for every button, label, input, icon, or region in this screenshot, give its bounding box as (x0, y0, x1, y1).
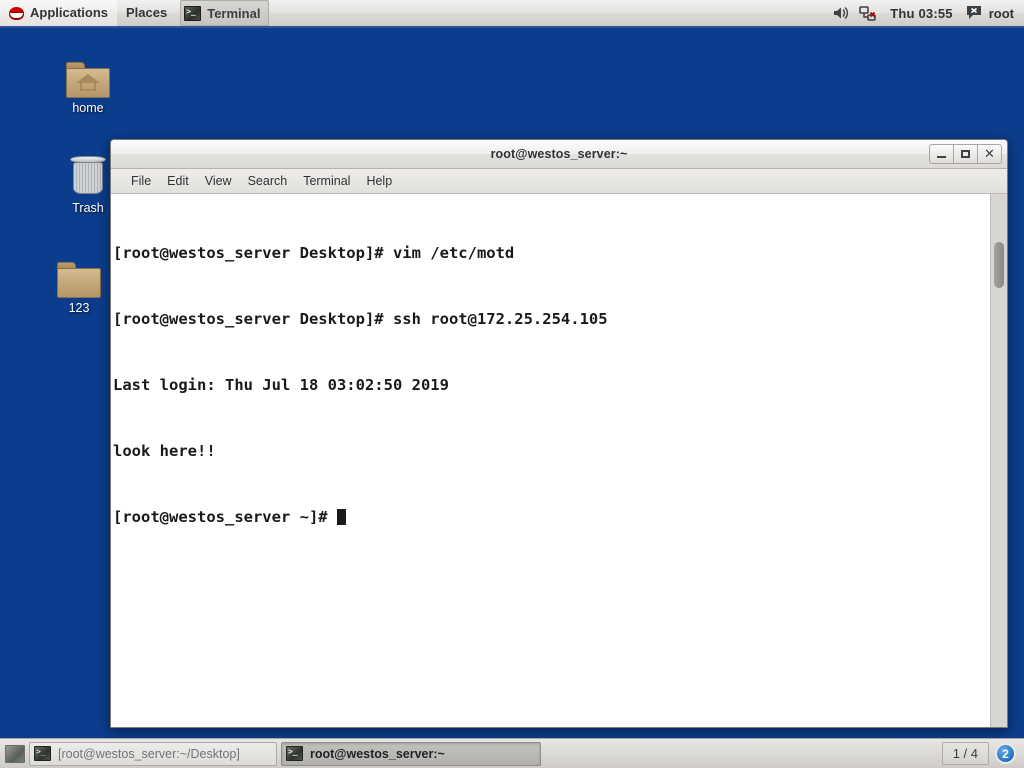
terminal-prompt-line: [root@westos_server ~]# (113, 506, 990, 528)
window-controls: ✕ (929, 143, 1002, 165)
terminal-icon (286, 746, 303, 761)
show-desktop-icon[interactable] (5, 744, 25, 763)
menu-edit[interactable]: Edit (159, 172, 197, 190)
taskbar-item-root-shell[interactable]: root@westos_server:~ (281, 741, 541, 766)
places-menu-label: Places (126, 5, 168, 20)
close-icon[interactable]: ✕ (977, 144, 1002, 164)
terminal-line: Last login: Thu Jul 18 03:02:50 2019 (113, 376, 449, 394)
menu-file[interactable]: File (123, 172, 159, 190)
speaker-icon[interactable] (830, 3, 850, 23)
user-status-icon[interactable] (965, 3, 985, 23)
bottom-panel-right: 1 / 4 2 (941, 740, 1024, 768)
terminal-line: look here!! (113, 442, 216, 460)
folder-icon (40, 248, 118, 298)
terminal-title-bar[interactable]: root@westos_server:~ ✕ (111, 140, 1007, 169)
user-menu-label[interactable]: root (989, 6, 1018, 21)
desktop-icon-trash-label: Trash (72, 201, 104, 215)
terminal-output[interactable]: [root@westos_server Desktop]# vim /etc/m… (111, 194, 990, 727)
scrollbar-thumb[interactable] (994, 242, 1004, 288)
maximize-icon[interactable] (953, 144, 978, 164)
workspace-switcher[interactable]: 1 / 4 (941, 742, 989, 765)
panel-window-terminal-label: Terminal (207, 5, 261, 21)
top-panel-right: Thu 03:55 root (826, 0, 1024, 26)
redhat-logo-icon (9, 5, 25, 21)
terminal-line: [root@westos_server Desktop]# vim /etc/m… (113, 244, 515, 262)
terminal-icon (184, 5, 202, 21)
terminal-prompt-text: [root@westos_server ~]# (113, 508, 337, 526)
menu-search[interactable]: Search (240, 172, 296, 190)
menu-help[interactable]: Help (358, 172, 400, 190)
panel-window-terminal[interactable]: Terminal (180, 0, 270, 26)
places-menu[interactable]: Places (117, 0, 176, 26)
desktop-icon-123-label: 123 (68, 301, 90, 315)
terminal-menu-bar: File Edit View Search Terminal Help (111, 169, 1007, 194)
top-panel: Applications Places Terminal (0, 0, 1024, 28)
bottom-panel: [root@westos_server:~/Desktop] root@west… (0, 738, 1024, 768)
terminal-cursor (336, 509, 346, 525)
clock[interactable]: Thu 03:55 (882, 6, 960, 21)
menu-terminal[interactable]: Terminal (295, 172, 358, 190)
folder-home-icon (49, 48, 127, 98)
terminal-icon (34, 746, 51, 761)
applications-menu[interactable]: Applications (0, 0, 118, 26)
terminal-window[interactable]: root@westos_server:~ ✕ File Edit View Se… (110, 139, 1008, 728)
desktop-icon-home[interactable]: home (49, 48, 127, 115)
taskbar-item-root-shell-label: root@westos_server:~ (310, 746, 445, 761)
terminal-window-title: root@westos_server:~ (490, 147, 628, 161)
desktop-icon-123[interactable]: 123 (40, 248, 118, 315)
notification-badge[interactable]: 2 (995, 743, 1016, 764)
terminal-body[interactable]: [root@westos_server Desktop]# vim /etc/m… (111, 194, 1007, 727)
desktop-icon-home-label: home (72, 101, 104, 115)
taskbar-item-desktop-shell[interactable]: [root@westos_server:~/Desktop] (29, 741, 277, 766)
minimize-icon[interactable] (929, 144, 954, 164)
terminal-scrollbar[interactable] (990, 194, 1007, 727)
applications-menu-label: Applications (30, 5, 109, 20)
desktop-screen: Applications Places Terminal (0, 0, 1024, 768)
menu-view[interactable]: View (197, 172, 240, 190)
taskbar-item-desktop-shell-label: [root@westos_server:~/Desktop] (58, 746, 240, 761)
top-panel-left: Applications Places Terminal (0, 0, 270, 26)
terminal-line: [root@westos_server Desktop]# ssh root@1… (113, 310, 608, 328)
network-disconnected-icon[interactable] (858, 3, 878, 23)
